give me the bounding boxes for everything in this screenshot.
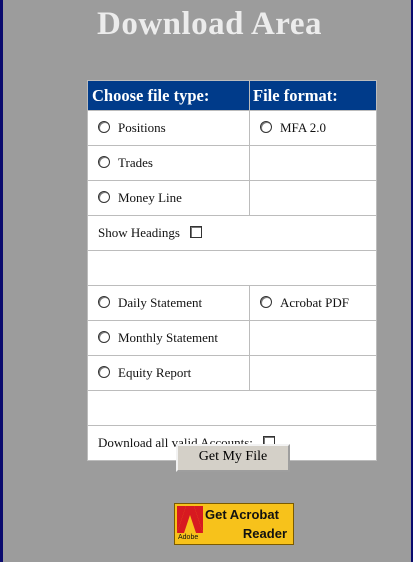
empty-cell	[250, 146, 377, 181]
option-equity-report-label: Equity Report	[118, 365, 192, 380]
table-row: Monthly Statement	[88, 321, 377, 356]
table-row: Daily Statement Acrobat PDF	[88, 286, 377, 321]
reader-text: Reader	[242, 526, 287, 541]
option-daily-statement-label: Daily Statement	[118, 295, 203, 310]
table-header-row: Choose file type: File format:	[88, 81, 377, 111]
table-row: Equity Report	[88, 356, 377, 391]
spacer-row	[88, 391, 377, 426]
option-money-line[interactable]: Money Line	[88, 181, 250, 216]
show-headings-checkbox[interactable]	[189, 226, 202, 238]
page-title: Download Area	[97, 6, 322, 42]
option-money-line-label: Money Line	[118, 190, 182, 205]
radio-trades[interactable]	[98, 156, 110, 168]
option-acrobat-pdf-label: Acrobat PDF	[280, 295, 349, 310]
option-equity-report[interactable]: Equity Report	[88, 356, 250, 391]
show-headings-row: Show Headings	[88, 216, 377, 251]
table-row	[88, 251, 377, 286]
option-monthly-statement[interactable]: Monthly Statement	[88, 321, 250, 356]
radio-acrobat-pdf[interactable]	[260, 296, 272, 308]
option-trades[interactable]: Trades	[88, 146, 250, 181]
radio-mfa[interactable]	[260, 121, 272, 133]
option-acrobat-pdf[interactable]: Acrobat PDF	[250, 286, 377, 321]
option-mfa-label: MFA 2.0	[280, 120, 326, 135]
radio-positions[interactable]	[98, 121, 110, 133]
get-acrobat-text: Get Acrobat	[205, 507, 279, 522]
table-row	[88, 391, 377, 426]
radio-monthly-statement[interactable]	[98, 331, 110, 343]
spacer-row	[88, 251, 377, 286]
page-frame: Download Area Choose file type: File for…	[0, 0, 413, 562]
table-row: Positions MFA 2.0	[88, 111, 377, 146]
empty-cell	[250, 181, 377, 216]
file-format-header: File format:	[250, 81, 377, 111]
get-my-file-button[interactable]: Get My File	[176, 444, 290, 472]
get-acrobat-reader-badge[interactable]: Adobe Get Acrobat Reader	[174, 503, 294, 545]
option-monthly-statement-label: Monthly Statement	[118, 330, 219, 345]
empty-cell	[250, 321, 377, 356]
adobe-logo-icon	[177, 506, 203, 533]
download-form-table: Choose file type: File format: Positions…	[87, 80, 377, 461]
file-type-header: Choose file type:	[88, 81, 250, 111]
option-positions-label: Positions	[118, 120, 166, 135]
empty-cell	[250, 356, 377, 391]
show-headings-label: Show Headings	[98, 225, 180, 240]
option-mfa[interactable]: MFA 2.0	[250, 111, 377, 146]
radio-daily-statement[interactable]	[98, 296, 110, 308]
option-trades-label: Trades	[118, 155, 153, 170]
adobe-brand-text: Adobe	[178, 534, 199, 541]
table-row: Trades	[88, 146, 377, 181]
option-daily-statement[interactable]: Daily Statement	[88, 286, 250, 321]
option-positions[interactable]: Positions	[88, 111, 250, 146]
radio-equity-report[interactable]	[98, 366, 110, 378]
table-row: Money Line	[88, 181, 377, 216]
radio-money-line[interactable]	[98, 191, 110, 203]
table-row: Show Headings	[88, 216, 377, 251]
